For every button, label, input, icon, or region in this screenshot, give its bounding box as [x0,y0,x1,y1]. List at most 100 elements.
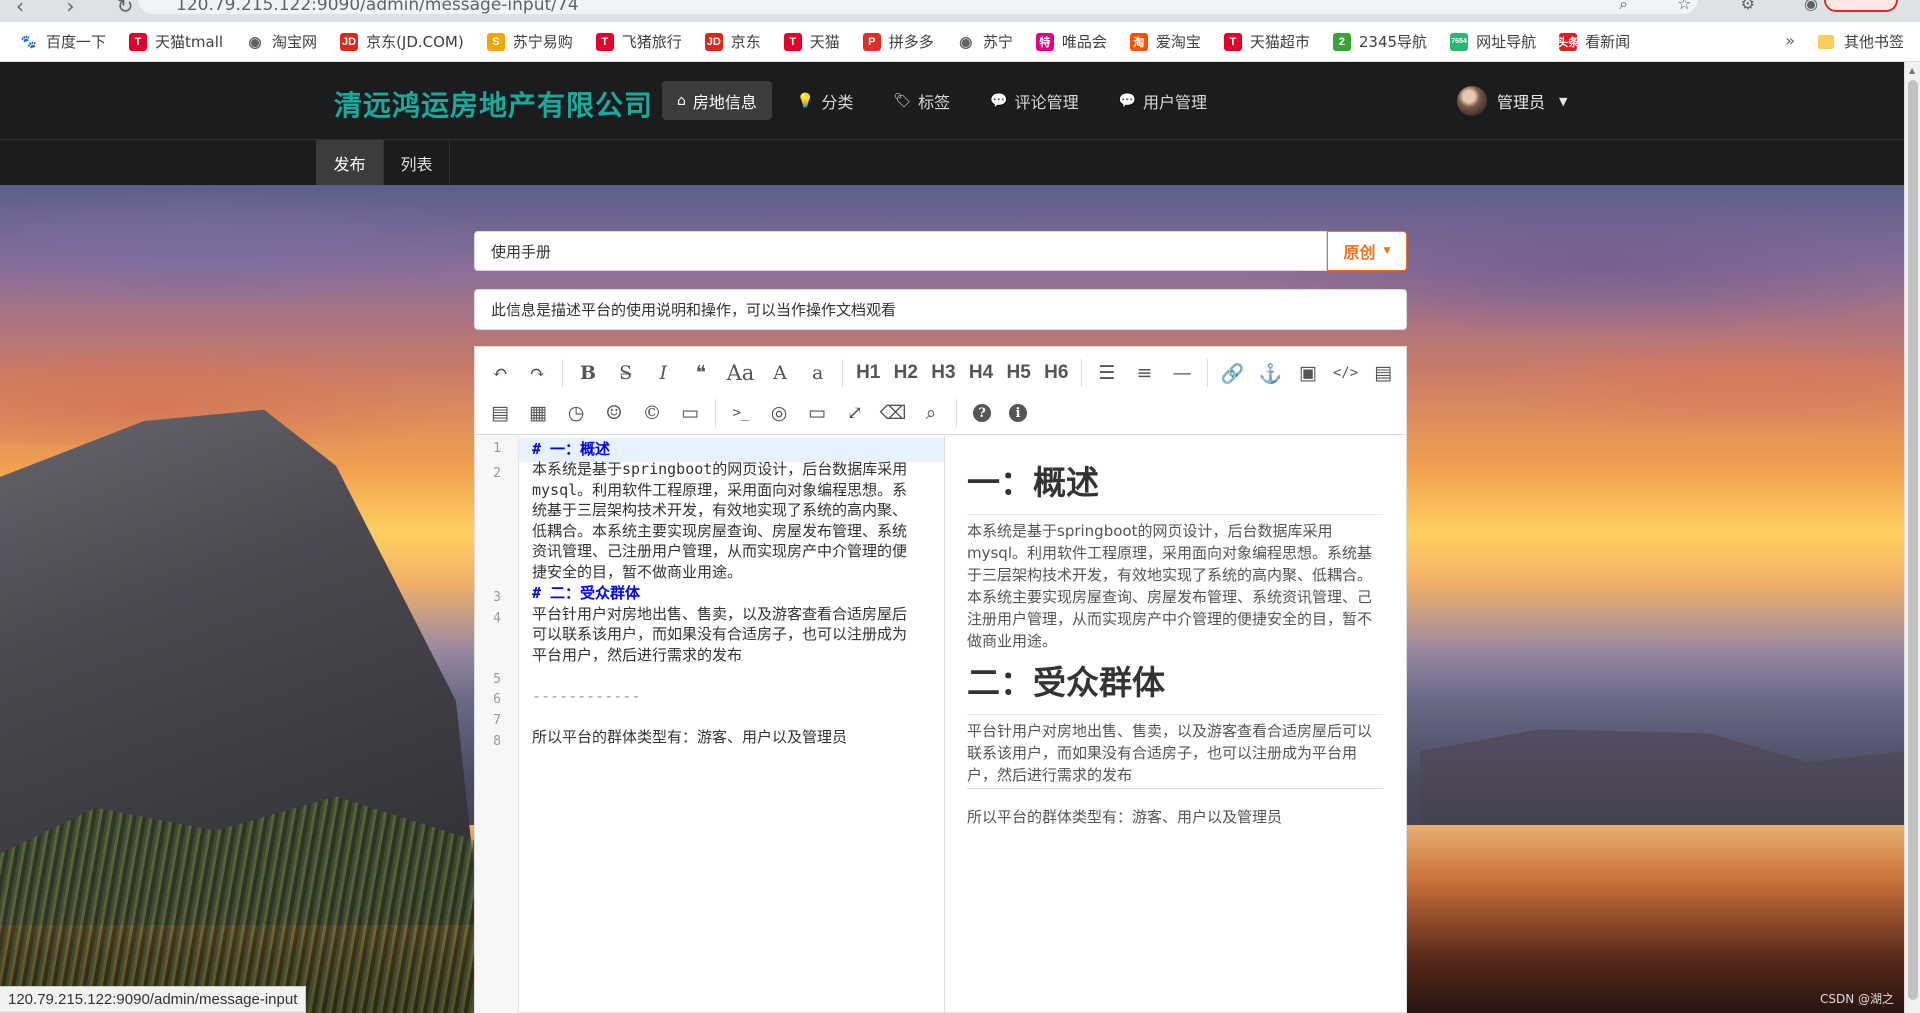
bookmark-item[interactable]: 淘爱淘宝 [1129,31,1201,52]
table-icon[interactable]: ▦ [523,397,553,429]
scroll-up-icon[interactable]: ▲ [1909,66,1915,75]
info-icon[interactable]: i [1009,404,1027,422]
heading-h6-button[interactable]: H6 [1041,357,1071,389]
bookmark-item[interactable]: JD 京东(JD.COM) [340,31,464,52]
line-number: 5 [493,672,501,687]
hr-icon[interactable]: — [1167,357,1197,389]
preview-paragraph: 所以平台的群体类型有：游客、用户以及管理员 [967,808,1283,826]
anchor-icon[interactable]: ⚓ [1255,357,1285,389]
subnav-publish[interactable]: 发布 [316,140,384,185]
bookmark-item[interactable]: S 苏宁易购 [486,31,573,52]
browser-action-icons[interactable]: ⌕ ☆ ⚙ ◉ [1619,0,1840,14]
bookmark-item[interactable]: 头条 看新闻 [1557,31,1630,52]
search-icon[interactable]: ⌕ [916,397,946,429]
title-input[interactable] [474,231,1327,271]
bookmark-item[interactable]: T 天猫超市 [1223,31,1310,52]
bookmark-item[interactable]: ◉ 苏宁 [957,31,1013,52]
bookmark-item[interactable]: 2 2345导航 [1332,31,1427,52]
lowercase-icon[interactable]: a [803,357,833,389]
heading-h5-button[interactable]: H5 [1004,357,1034,389]
strikethrough-icon[interactable]: S̶ [611,357,641,389]
code-block-icon[interactable]: ▤ [1368,357,1398,389]
bookmarks-overflow-icon[interactable]: » [1785,31,1795,50]
update-button[interactable] [1824,0,1898,12]
bookmark-item[interactable]: 7654 网址导航 [1450,31,1536,52]
unordered-list-icon[interactable]: ☰ [1092,357,1122,389]
watermark: CSDN @湖之 [1819,992,1894,1006]
clear-icon[interactable]: ⌫ [878,397,908,429]
html-entities-icon[interactable]: © [637,397,667,429]
folder-icon [1817,34,1834,49]
bookmark-favicon-icon: T [1223,32,1242,51]
bookmark-favicon-icon: T [129,32,148,51]
page-scrollbar[interactable]: ▲ [1904,62,1920,1013]
heading-h3-button[interactable]: H3 [929,357,959,389]
uppercase-icon[interactable]: Aa [724,357,758,389]
bookmark-favicon-icon: S [486,32,505,51]
bookmark-item[interactable]: P 拼多多 [862,31,934,52]
bold-icon[interactable]: B [573,357,603,389]
user-name: 管理员 [1497,93,1546,112]
heading-h2-button[interactable]: H2 [891,357,921,389]
heading-h1-button[interactable]: H1 [853,357,883,389]
bookmark-favicon-icon: 🐾 [20,33,38,49]
preview-icon[interactable]: ▭ [802,397,832,429]
bookmark-favicon-icon: 头条 [1557,32,1579,51]
bookmark-item[interactable]: ◉ 淘宝网 [246,31,318,52]
browser-nav-icons[interactable]: ‹ › ↻ [16,0,151,18]
description-input[interactable] [474,289,1407,330]
brand-title[interactable]: 清远鸿运房地产有限公司 [334,84,653,124]
subnav-list[interactable]: 列表 [384,140,450,185]
code-pane[interactable]: # 一：概述 本系统是基于springboot的网页设计，后台数据库采用 mys… [519,436,945,1013]
quote-icon[interactable]: ❝ [686,357,716,389]
bookmark-favicon-icon: 特 [1035,32,1054,51]
terminal-icon[interactable]: >_ [726,397,756,429]
redo-icon[interactable]: ↷ [523,357,553,389]
bookmark-item[interactable]: T 飞猪旅行 [595,31,682,52]
help-icon[interactable]: ? [973,404,991,422]
address-bar[interactable]: 120.79.215.122:9090/admin/message-input/… [138,0,1698,15]
preview-pane: 一：概述 本系统是基于springboot的网页设计，后台数据库采用 mysql。… [945,436,1406,1013]
bookmark-favicon-icon: T [595,32,614,51]
preview-text-line: 户，然后进行需求的发布 [967,766,1133,784]
ordered-list-icon[interactable]: ≡ [1130,357,1160,389]
bookmark-item[interactable]: 特唯品会 [1035,31,1107,52]
bookmark-item[interactable]: T 天猫 [783,31,840,52]
bookmark-label: 苏宁易购 [512,33,573,51]
heading-h4-button[interactable]: H4 [966,357,996,389]
nav-item-label: 评论管理 [1014,92,1079,112]
undo-icon[interactable]: ↶ [485,357,515,389]
pre-icon[interactable]: ▤ [485,397,515,429]
scroll-thumb[interactable] [1908,80,1918,1000]
bookmark-item[interactable]: JD 京东 [704,31,761,52]
link-icon[interactable]: 🔗 [1218,357,1248,389]
nav-item[interactable]: 💡 分类 [782,81,868,120]
code-icon[interactable]: </> [1331,357,1361,389]
other-bookmarks[interactable]: 其他书签 [1817,31,1904,52]
bookmark-item[interactable]: 🐾 百度一下 [20,31,106,52]
toolbar-divider [1206,359,1208,387]
nav-item[interactable]: 💬 用户管理 [1104,81,1222,120]
datetime-icon[interactable]: ◷ [561,397,591,429]
bookmark-item[interactable]: T 天猫tmall [129,31,223,52]
bookmark-favicon-icon: JD [340,32,359,51]
bookmark-label: 爱淘宝 [1155,33,1201,51]
ucwords-icon[interactable]: A [765,357,795,389]
preview-paragraph: 平台针用户对房地出售、售卖，以及游客查看合适房屋后可以 联系该用户，而如果没有合适… [967,720,1389,786]
flag-dropdown[interactable]: 原创 ▼ [1327,231,1407,271]
nav-item[interactable]: 💬 评论管理 [975,81,1093,120]
pagebreak-icon[interactable]: ▭ [675,397,705,429]
fullscreen-icon[interactable]: ⤢ [840,397,870,429]
italic-icon[interactable]: I [648,357,678,389]
nav-item[interactable]: 🏷 标签 [878,81,965,120]
nav-item[interactable]: ⌂ 房地信息 [662,81,772,120]
image-icon[interactable]: ▣ [1293,357,1323,389]
bookmark-favicon-icon: 7654 [1450,32,1469,51]
preview-text-line: mysql。利用软件工程原理，采用面向对象编程思想。系统基 [967,544,1372,562]
user-menu[interactable]: 管理员 ▼ [1457,86,1567,116]
bookmark-label: 天猫 [809,33,840,51]
line-number: 1 [493,441,501,456]
bookmark-label: 拼多多 [888,33,934,51]
emoji-icon[interactable]: ☺ [599,397,629,429]
watch-icon[interactable]: ◎ [764,397,794,429]
